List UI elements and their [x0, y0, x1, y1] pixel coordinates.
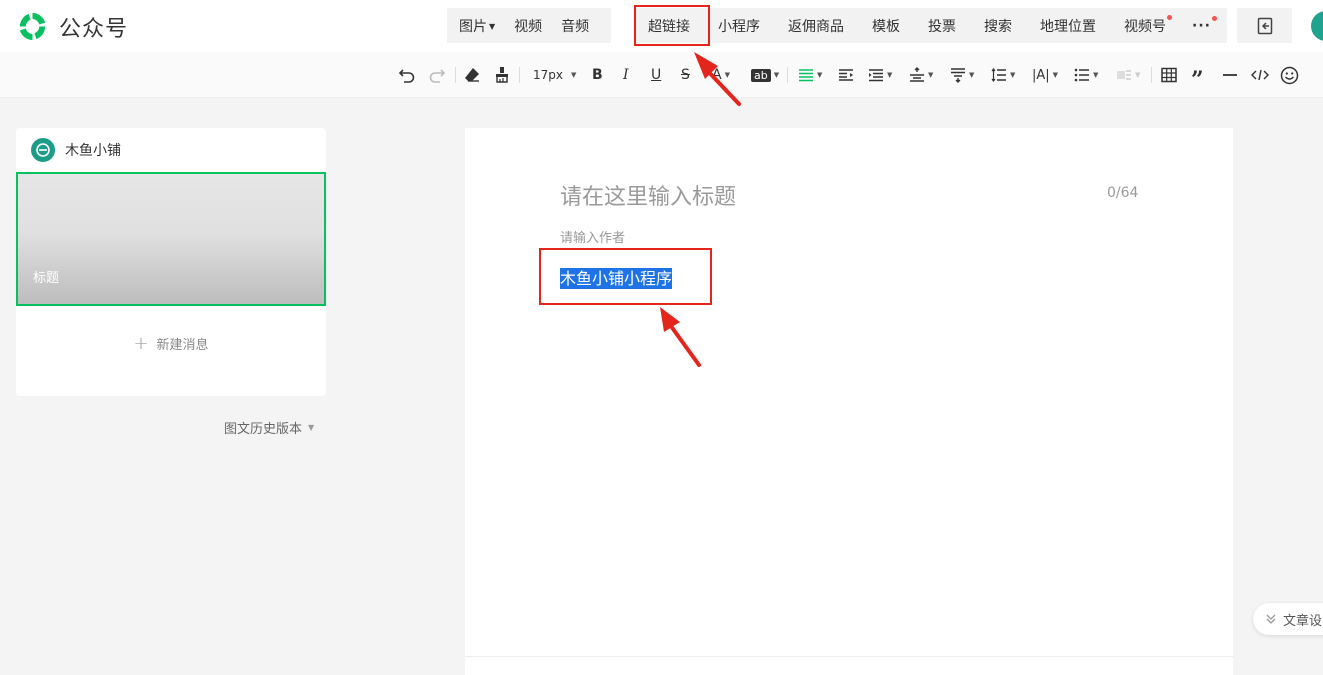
- dropdown-caret-icon: ▼: [489, 21, 496, 31]
- account-avatar: [31, 138, 55, 162]
- format-toolbar: 17px ▼ B I U S A ▼ ab ▼ ▼ ▼ ▼ ▼ ▼ |A| ▼ ▼ ▼ …: [0, 52, 1323, 98]
- indent-button[interactable]: [838, 63, 854, 87]
- emoji-button[interactable]: [1280, 63, 1299, 87]
- insert-template-button[interactable]: 模板: [872, 16, 900, 36]
- toolbar-divider: [519, 67, 520, 83]
- article-cover-title: 标题: [33, 271, 60, 286]
- plus-icon: +: [133, 333, 149, 354]
- notice-dot: [1167, 14, 1172, 20]
- toolbar-divider: [787, 67, 788, 83]
- sidebar-toggle-button[interactable]: [1237, 8, 1292, 43]
- font-size-select[interactable]: 17px ▼: [533, 63, 576, 87]
- insert-vote-button[interactable]: 投票: [928, 16, 956, 36]
- insert-media-group: 图片 ▼ 视频 音频: [447, 8, 611, 43]
- divider-button[interactable]: [1222, 63, 1238, 87]
- insert-image-button[interactable]: 图片 ▼: [459, 16, 495, 36]
- align-button[interactable]: ▼: [798, 63, 822, 87]
- highlight-box-selected-text: [539, 248, 712, 305]
- insert-commission-product-button[interactable]: 返佣商品: [788, 16, 844, 36]
- history-versions-dropdown[interactable]: 图文历史版本 ▼: [224, 418, 314, 437]
- line-height-icon: [991, 68, 1006, 82]
- article-cover-card[interactable]: 标题: [16, 172, 326, 306]
- article-editor: 请在这里输入标题 0/64 请输入作者 木鱼小铺小程序: [465, 128, 1233, 656]
- highlight-box-hyperlink: [634, 5, 710, 46]
- font-color-button[interactable]: A ▼: [712, 63, 730, 87]
- align-icon: [799, 69, 813, 82]
- chevron-double-down-icon: [1266, 614, 1276, 624]
- layout-icon: [1117, 70, 1131, 80]
- new-message-label: 新建消息: [156, 338, 209, 353]
- editor-footer: [465, 656, 1233, 675]
- history-versions-label: 图文历史版本: [224, 422, 303, 437]
- clear-format-button[interactable]: [463, 63, 481, 87]
- insert-video-button[interactable]: 视频: [514, 16, 542, 36]
- italic-button[interactable]: I: [623, 63, 629, 87]
- format-brush-icon: [496, 67, 508, 83]
- spacing-before-button[interactable]: ▼: [909, 63, 933, 87]
- table-icon: [1161, 67, 1177, 83]
- article-list-panel: 木鱼小铺 标题 + 新建消息: [16, 128, 326, 396]
- strikethrough-button[interactable]: S: [681, 63, 690, 87]
- redo-icon: [429, 69, 446, 83]
- insert-search-button[interactable]: 搜索: [984, 16, 1012, 36]
- title-input[interactable]: 请在这里输入标题: [560, 179, 736, 211]
- list-icon: [1074, 68, 1089, 82]
- undo-button[interactable]: [398, 63, 416, 87]
- toolbar-divider: [455, 67, 456, 83]
- insert-content-group: 超链接 小程序 返佣商品 模板 投票 搜索 地理位置 视频号 ···: [634, 8, 1227, 43]
- insert-table-button[interactable]: [1161, 63, 1177, 87]
- more-insert-button[interactable]: ···: [1192, 15, 1217, 34]
- insert-channels-button[interactable]: 视频号: [1124, 14, 1172, 36]
- letter-spacing-button[interactable]: |A| ▼: [1032, 63, 1058, 87]
- article-settings-button[interactable]: 文章设: [1253, 603, 1323, 635]
- quote-button[interactable]: ”: [1191, 63, 1204, 93]
- eraser-icon: [465, 68, 479, 82]
- paragraph-spacing-button[interactable]: ▼: [868, 63, 892, 87]
- logo-icon: [19, 12, 46, 41]
- line-height-icon: [951, 68, 965, 83]
- redo-button[interactable]: [428, 63, 446, 87]
- app-logo[interactable]: 公众号: [16, 10, 128, 43]
- chevron-down-icon: ▼: [308, 423, 315, 432]
- background-color-button[interactable]: ab ▼: [751, 63, 779, 87]
- user-avatar[interactable]: [1311, 11, 1323, 41]
- insert-location-button[interactable]: 地理位置: [1040, 16, 1096, 36]
- indent-icon: [839, 69, 853, 81]
- account-logo-icon: [36, 143, 50, 157]
- line-height-icon: [910, 67, 924, 82]
- app-title: 公众号: [59, 16, 129, 42]
- float-image-button[interactable]: ▼: [1116, 63, 1140, 87]
- insert-audio-button[interactable]: 音频: [561, 16, 589, 36]
- title-char-count: 0/64: [1107, 185, 1139, 201]
- paragraph-spacing-icon: [869, 69, 883, 82]
- account-header: 木鱼小铺: [31, 138, 121, 162]
- author-input[interactable]: 请输入作者: [560, 227, 625, 246]
- underline-button[interactable]: U: [651, 63, 661, 87]
- account-name: 木鱼小铺: [65, 143, 121, 159]
- code-button[interactable]: [1251, 63, 1269, 87]
- list-button[interactable]: ▼: [1074, 63, 1098, 87]
- notice-dot: [1211, 15, 1217, 21]
- quote-icon: ”: [1191, 67, 1204, 93]
- new-message-button[interactable]: + 新建消息: [16, 333, 326, 354]
- toolbar-divider: [1151, 67, 1152, 83]
- code-icon: [1251, 69, 1269, 81]
- sidebar-toggle-icon: [1257, 17, 1272, 34]
- divider-icon: [1223, 74, 1237, 76]
- line-height-button[interactable]: ▼: [991, 63, 1015, 87]
- insert-miniprogram-button[interactable]: 小程序: [718, 16, 760, 36]
- article-settings-label: 文章设: [1283, 613, 1323, 629]
- emoji-icon: [1280, 66, 1299, 84]
- spacing-after-button[interactable]: ▼: [950, 63, 974, 87]
- undo-icon: [398, 69, 415, 83]
- format-painter-button[interactable]: [493, 63, 511, 87]
- bold-button[interactable]: B: [592, 63, 603, 87]
